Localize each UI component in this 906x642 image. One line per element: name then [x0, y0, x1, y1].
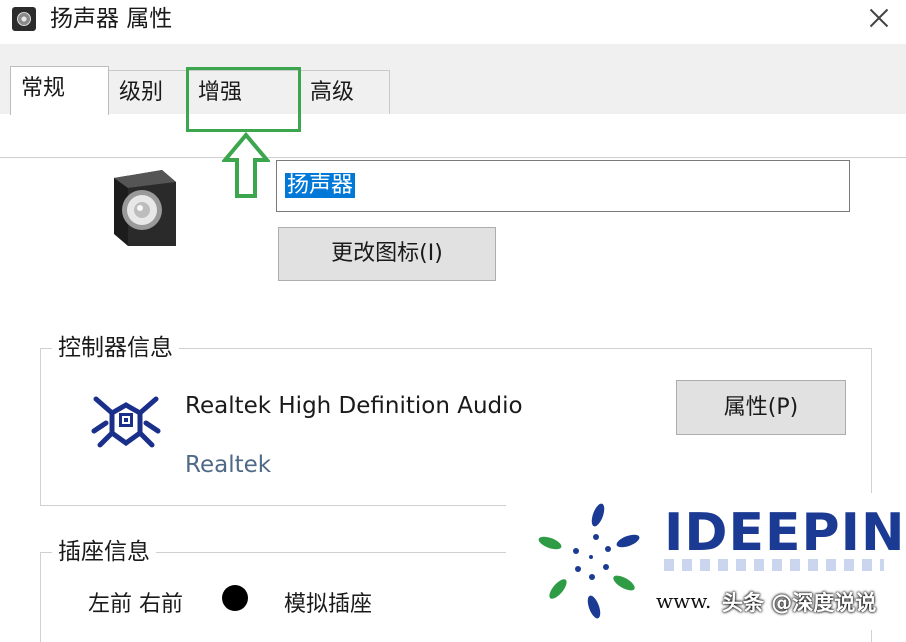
watermark-brand: IDEEPIN	[664, 503, 906, 563]
speaker-icon	[114, 170, 176, 246]
device-name-input[interactable]: 扬声器	[276, 160, 850, 212]
device-name-value: 扬声器	[285, 173, 356, 198]
properties-button[interactable]: 属性(P)	[676, 380, 846, 435]
window-title: 扬声器 属性	[50, 6, 173, 32]
title-bar: 扬声器 属性	[0, 0, 906, 44]
watermark-caption: 头条 @深度说说	[722, 591, 877, 615]
speaker-app-icon	[12, 7, 36, 31]
up-arrow-icon	[222, 132, 270, 198]
controller-vendor-link[interactable]: Realtek	[185, 452, 271, 478]
tab-levels[interactable]: 级别	[108, 70, 188, 114]
jack-color-dot	[222, 585, 248, 611]
watermark-reflection	[664, 559, 884, 571]
tab-general[interactable]: 常规	[10, 66, 109, 115]
ideepin-logo-icon	[538, 503, 640, 619]
highlight-box	[186, 67, 301, 132]
close-icon[interactable]	[858, 0, 898, 36]
jack-position: 左前 右前	[88, 592, 183, 617]
tab-divider	[0, 157, 906, 158]
realtek-logo-icon	[91, 396, 161, 448]
controller-info-legend: 控制器信息	[52, 334, 179, 362]
jack-info-legend: 插座信息	[52, 538, 156, 566]
tab-strip: 常规 级别 增强 高级	[0, 44, 906, 158]
change-icon-button[interactable]: 更改图标(I)	[278, 227, 496, 281]
tab-advanced[interactable]: 高级	[299, 70, 390, 114]
watermark-url: www.	[656, 589, 712, 613]
watermark: IDEEPIN www. 头条 @深度说说	[506, 493, 906, 630]
jack-type: 模拟插座	[284, 592, 373, 617]
controller-name: Realtek High Definition Audio	[185, 393, 523, 419]
